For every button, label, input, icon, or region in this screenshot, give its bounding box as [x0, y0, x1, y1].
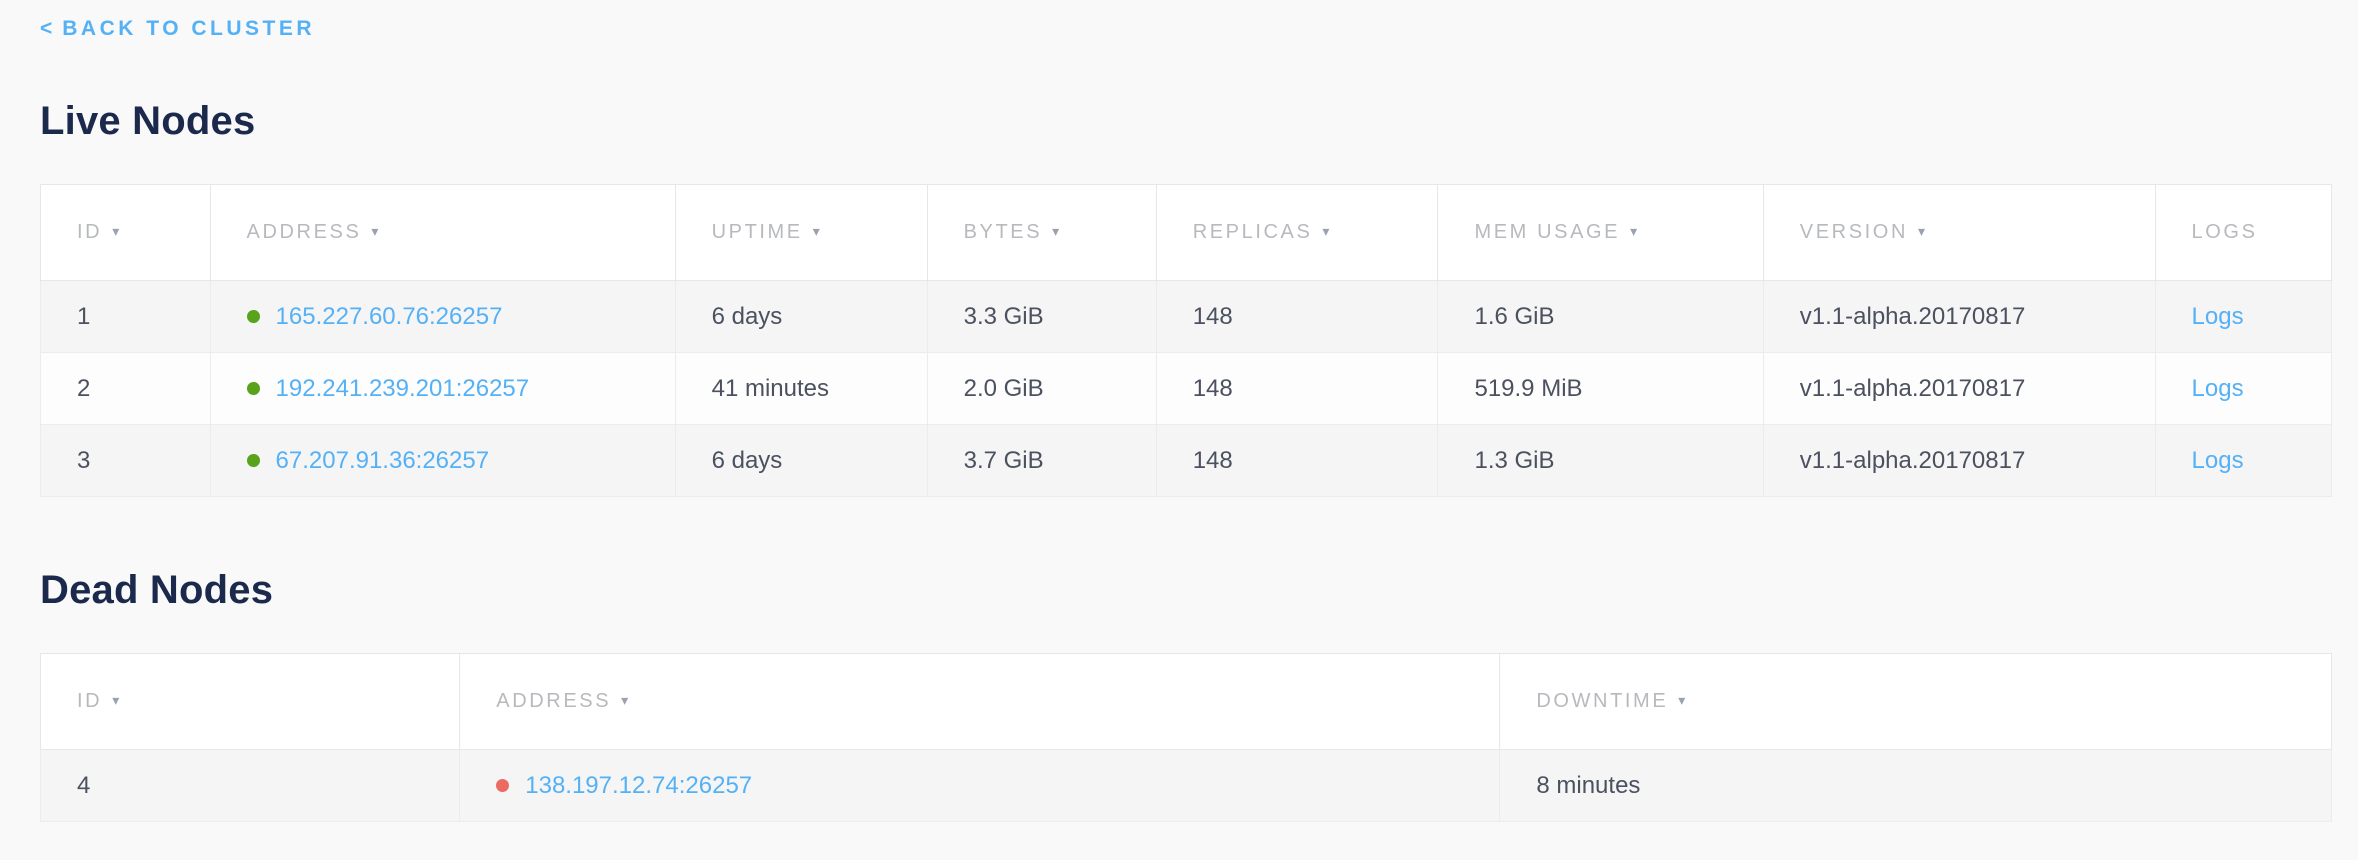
column-header-downtime[interactable]: DOWNTIME ▾	[1500, 654, 2332, 750]
sort-arrow-icon: ▾	[621, 692, 628, 709]
node-logs-link[interactable]: Logs	[2192, 303, 2244, 330]
live-nodes-table: ID▾ADDRESS▾UPTIME▾BYTES▾REPLICAS▾MEM USA…	[40, 184, 2332, 497]
column-header-address[interactable]: ADDRESS ▾	[460, 654, 1500, 750]
column-header-logs: LOGS	[2155, 185, 2331, 281]
sort-arrow-icon: ▾	[1052, 223, 1059, 240]
cell-address: 165.227.60.76:26257	[210, 281, 675, 353]
column-header-address[interactable]: ADDRESS ▾	[210, 185, 675, 281]
sort-arrow-icon: ▾	[813, 223, 820, 240]
cell-logs: Logs	[2155, 353, 2331, 425]
dead-nodes-title: Dead Nodes	[40, 567, 2332, 613]
cell-uptime: 41 minutes	[675, 353, 927, 425]
live-node-status-icon	[247, 454, 260, 467]
cell-id: 2	[41, 353, 211, 425]
cell-uptime: 6 days	[675, 425, 927, 497]
cell-replicas: 148	[1156, 281, 1438, 353]
cell-downtime: 8 minutes	[1500, 750, 2332, 822]
table-row: 3 67.207.91.36:26257 6 days3.7 GiB1481.3 G…	[41, 425, 2332, 497]
column-header-label: ID	[77, 221, 102, 243]
cell-bytes: 2.0 GiB	[927, 353, 1156, 425]
table-row: 1 165.227.60.76:26257 6 days3.3 GiB1481.6 …	[41, 281, 2332, 353]
cell-address: 192.241.239.201:26257	[210, 353, 675, 425]
column-header-label: MEM USAGE	[1474, 221, 1620, 243]
live-nodes-header-row: ID▾ADDRESS▾UPTIME▾BYTES▾REPLICAS▾MEM USA…	[41, 185, 2332, 281]
sort-arrow-icon: ▾	[112, 692, 119, 709]
column-header-uptime[interactable]: UPTIME ▾	[675, 185, 927, 281]
nodes-page: <BACK TO CLUSTER Live Nodes ID▾ADDRESS▾U…	[0, 0, 2358, 822]
dead-nodes-header-row: ID ▾ ADDRESS ▾ DOWNTIME ▾	[41, 654, 2332, 750]
dead-nodes-table: ID ▾ ADDRESS ▾ DOWNTIME ▾ 4 138.197.12.74:2625…	[40, 653, 2332, 822]
column-header-bytes[interactable]: BYTES ▾	[927, 185, 1156, 281]
column-header-label: ID	[77, 690, 102, 712]
back-link-label: BACK TO CLUSTER	[62, 17, 315, 40]
node-address-link[interactable]: 165.227.60.76:26257	[276, 303, 503, 330]
column-header-label: LOGS	[2192, 221, 2258, 243]
node-logs-link[interactable]: Logs	[2192, 375, 2244, 402]
cell-replicas: 148	[1156, 425, 1438, 497]
table-row: 2 192.241.239.201:26257 41 minutes2.0 GiB1…	[41, 353, 2332, 425]
cell-replicas: 148	[1156, 353, 1438, 425]
cell-address: 138.197.12.74:26257	[460, 750, 1500, 822]
back-to-cluster-link[interactable]: < BACK TO CLUSTER	[40, 16, 315, 42]
cell-version: v1.1-alpha.20170817	[1763, 425, 2155, 497]
column-header-label: ADDRESS	[496, 690, 611, 712]
node-address-link[interactable]: 192.241.239.201:26257	[276, 375, 530, 402]
table-row: 4 138.197.12.74:26257 8 minutes	[41, 750, 2332, 822]
cell-logs: Logs	[2155, 425, 2331, 497]
dead-node-status-icon	[496, 779, 509, 792]
column-header-label: BYTES	[964, 221, 1043, 243]
node-address-link[interactable]: 138.197.12.74:26257	[525, 772, 752, 799]
cell-mem_usage: 1.3 GiB	[1438, 425, 1763, 497]
column-header-label: UPTIME	[712, 221, 803, 243]
node-address-link[interactable]: 67.207.91.36:26257	[276, 447, 490, 474]
column-header-version[interactable]: VERSION ▾	[1763, 185, 2155, 281]
cell-version: v1.1-alpha.20170817	[1763, 353, 2155, 425]
cell-id: 1	[41, 281, 211, 353]
node-logs-link[interactable]: Logs	[2192, 447, 2244, 474]
cell-mem_usage: 1.6 GiB	[1438, 281, 1763, 353]
cell-bytes: 3.7 GiB	[927, 425, 1156, 497]
live-nodes-title: Live Nodes	[40, 98, 2332, 144]
live-node-status-icon	[247, 382, 260, 395]
column-header-label: REPLICAS	[1193, 221, 1313, 243]
cell-bytes: 3.3 GiB	[927, 281, 1156, 353]
column-header-label: VERSION	[1800, 221, 1908, 243]
cell-mem_usage: 519.9 MiB	[1438, 353, 1763, 425]
column-header-id[interactable]: ID ▾	[41, 185, 211, 281]
column-header-replicas[interactable]: REPLICAS ▾	[1156, 185, 1438, 281]
cell-uptime: 6 days	[675, 281, 927, 353]
column-header-label: DOWNTIME	[1536, 690, 1668, 712]
live-node-status-icon	[247, 310, 260, 323]
sort-arrow-icon: ▾	[1918, 223, 1925, 240]
cell-id: 3	[41, 425, 211, 497]
sort-arrow-icon: ▾	[1322, 223, 1329, 240]
cell-address: 67.207.91.36:26257	[210, 425, 675, 497]
cell-version: v1.1-alpha.20170817	[1763, 281, 2155, 353]
column-header-id[interactable]: ID ▾	[41, 654, 460, 750]
sort-arrow-icon: ▾	[1630, 223, 1637, 240]
cell-logs: Logs	[2155, 281, 2331, 353]
sort-arrow-icon: ▾	[1678, 692, 1685, 709]
back-chevron-icon: <	[40, 17, 52, 40]
column-header-label: ADDRESS	[247, 221, 362, 243]
cell-id: 4	[41, 750, 460, 822]
sort-arrow-icon: ▾	[112, 223, 119, 240]
column-header-mem_usage[interactable]: MEM USAGE ▾	[1438, 185, 1763, 281]
sort-arrow-icon: ▾	[371, 223, 378, 240]
